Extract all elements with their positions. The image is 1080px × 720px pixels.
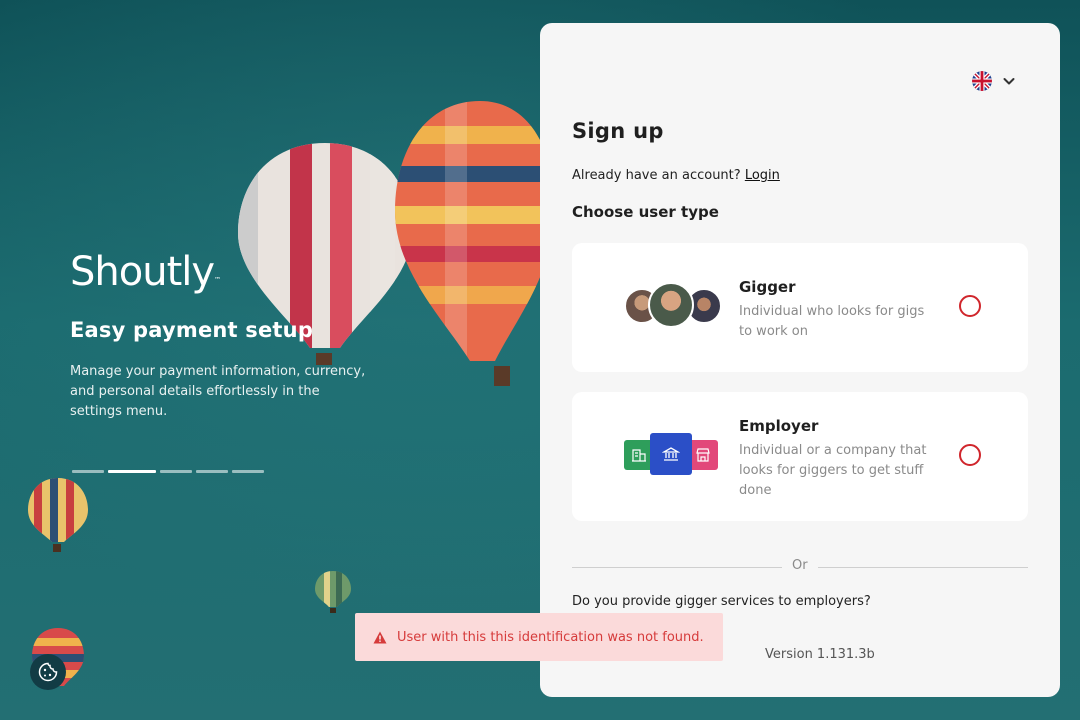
gigger-avatars: [624, 282, 722, 328]
employer-radio[interactable]: [959, 444, 981, 466]
bank-icon: [650, 433, 692, 475]
or-label: Or: [792, 558, 808, 573]
user-type-card-gigger[interactable]: Gigger Individual who looks for gigs to …: [572, 243, 1028, 372]
user-type-title: Employer: [739, 417, 819, 435]
cookie-icon: [38, 662, 58, 682]
login-prompt: Already have an account? Login: [572, 168, 780, 183]
language-selector[interactable]: [972, 71, 1016, 91]
cookie-settings-button[interactable]: [30, 654, 66, 690]
balloon-tiny: [315, 571, 351, 613]
carousel-dot-active[interactable]: [108, 470, 156, 473]
hero-description: Manage your payment information, currenc…: [70, 364, 366, 419]
gigger-radio[interactable]: [959, 295, 981, 317]
error-message: User with this this identification was n…: [397, 629, 704, 645]
user-type-description: Individual or a company that looks for g…: [739, 443, 927, 498]
employer-icons: [624, 433, 720, 477]
hero-section: Shoutly™ Easy payment setup Manage your …: [70, 246, 390, 422]
user-type-title: Gigger: [739, 278, 796, 296]
choose-user-type-heading: Choose user type: [572, 203, 719, 221]
chevron-down-icon: [1003, 78, 1015, 85]
warning-icon: [373, 631, 387, 643]
signup-panel: Sign up Already have an account? Login C…: [540, 23, 1060, 697]
carousel-dot[interactable]: [160, 470, 192, 473]
provide-services-question: Do you provide gigger services to employ…: [572, 594, 871, 609]
error-toast: User with this this identification was n…: [355, 613, 723, 661]
uk-flag-icon: [972, 71, 992, 91]
carousel-indicators: [72, 470, 264, 473]
carousel-dot[interactable]: [72, 470, 104, 473]
carousel-dot[interactable]: [232, 470, 264, 473]
user-type-description: Individual who looks for gigs to work on: [739, 304, 925, 339]
store-icon: [688, 440, 718, 470]
shoutly-logo: Shoutly™: [70, 249, 221, 295]
balloon-small-left: [28, 478, 88, 552]
avatar: [648, 282, 694, 328]
or-divider: Or: [572, 558, 1028, 573]
version-label: Version 1.131.3b: [765, 647, 875, 662]
hero-title: Easy payment setup: [70, 318, 314, 342]
balloon-large-center: [395, 101, 555, 386]
page-title: Sign up: [572, 119, 664, 143]
login-link[interactable]: Login: [745, 168, 780, 183]
user-type-card-employer[interactable]: Employer Individual or a company that lo…: [572, 392, 1028, 521]
carousel-dot[interactable]: [196, 470, 228, 473]
